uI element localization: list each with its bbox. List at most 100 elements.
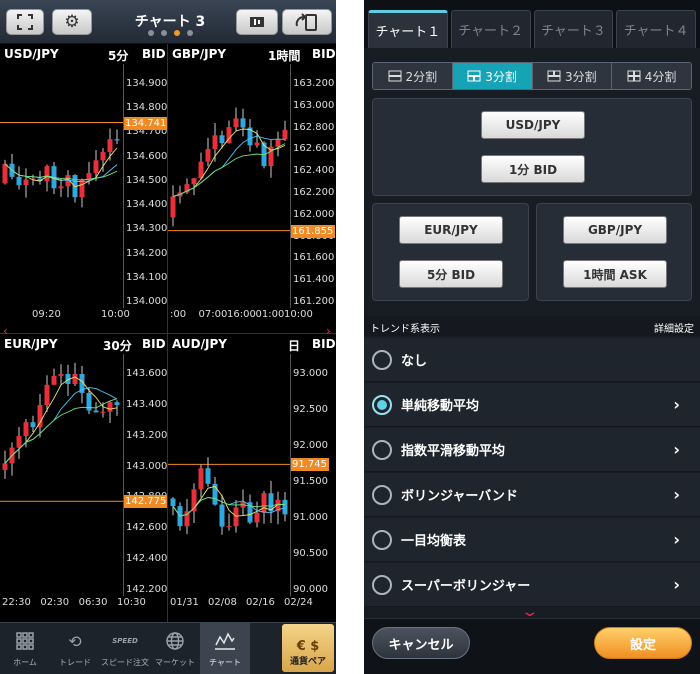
price-axis-line <box>290 354 291 596</box>
current-price-badge: 142.775 <box>123 495 167 509</box>
footer-bar: キャンセル 設定 <box>364 618 700 674</box>
price-tick-label: 162.200 <box>293 187 335 198</box>
confirm-settings-button[interactable]: 設定 <box>594 627 692 659</box>
period-label: 30分 <box>103 339 132 353</box>
radio-unselected[interactable] <box>372 529 392 550</box>
page-dot <box>147 30 154 36</box>
chart-panel-audjpy[interactable]: AUD/JPY 日 BID 93.000 92.500 92.000 91.500 91.0… <box>168 334 336 622</box>
time-tick-label: 02/24 <box>284 597 313 608</box>
chart-panel-eurjpy[interactable]: EUR/JPY 30分 BID 143.600 143.400 143.200 143.0… <box>0 334 167 622</box>
detail-settings-link[interactable]: 詳細設定 <box>654 320 694 335</box>
chevron-right-icon[interactable]: › <box>673 395 680 414</box>
settings-button[interactable]: ⚙ <box>52 9 92 35</box>
chevron-right-icon[interactable]: › <box>673 440 680 459</box>
chevron-right-icon[interactable]: › <box>673 485 680 504</box>
candle-body <box>233 507 239 527</box>
nav-speed-order[interactable]: SPEED スピード注文 <box>100 623 150 674</box>
trend-option-row[interactable]: なし <box>364 338 700 382</box>
time-tick-label: 09:20 <box>32 309 61 320</box>
trend-option-row[interactable]: 一目均衡表 › <box>364 518 700 562</box>
price-tick-label: 143.600 <box>126 368 167 379</box>
candle-body <box>23 179 29 186</box>
price-tick-label: 91.000 <box>293 512 328 523</box>
rotate-device-icon <box>295 13 317 31</box>
slot2-period-button[interactable]: 5分 BID <box>399 260 503 288</box>
price-tick-label: 143.000 <box>126 460 167 472</box>
nav-label: トレード <box>59 658 91 667</box>
candle-body <box>205 149 211 162</box>
price-tick-label: 134.400 <box>126 199 167 211</box>
chart-toolbar: ⚙ チャート 3 <box>0 0 336 44</box>
current-price-badge: 134.741 <box>123 116 167 130</box>
page-dot <box>186 30 193 36</box>
price-tick-label: 162.800 <box>293 121 335 133</box>
time-tick-label: 10:00 <box>101 309 130 320</box>
price-tick-label: 161.600 <box>293 252 335 264</box>
moving-average-line <box>4 163 118 181</box>
radio-unselected[interactable] <box>372 439 392 460</box>
split-4-button[interactable]: 4分割 <box>612 63 691 89</box>
slot1-period-button[interactable]: 1分 BID <box>481 155 585 183</box>
page-dot-active <box>173 30 180 36</box>
nav-trade[interactable]: ⟲ トレード <box>50 623 100 674</box>
fullscreen-button[interactable] <box>6 9 44 35</box>
tab-chart-2[interactable]: チャート２ <box>450 10 531 48</box>
trend-option-label: 指数平滑移動平均 <box>401 444 506 459</box>
split-label: 3分割 <box>565 69 597 84</box>
price-tick-label: 93.000 <box>293 368 328 379</box>
chevron-right-icon[interactable]: › <box>673 530 680 549</box>
time-tick-label: 06:30 <box>78 597 108 608</box>
chevron-right-icon[interactable]: › <box>673 575 680 594</box>
nav-market[interactable]: マーケット <box>150 623 200 674</box>
tab-chart-4[interactable]: チャート４ <box>616 10 696 48</box>
pair-label: USD/JPY <box>4 47 59 61</box>
indicator-button[interactable] <box>236 9 278 35</box>
currency-pair-button[interactable]: € $ 通貨ペア <box>282 624 334 672</box>
next-arrow-icon[interactable]: › <box>326 324 331 338</box>
chart-settings-screen: チャート１ チャート２ チャート３ チャート４ 2分割 3分割 3分割 4分割 … <box>364 0 700 674</box>
currency-pair-label: 通貨ペア <box>289 657 326 667</box>
split-3b-button[interactable]: 3分割 <box>532 63 613 89</box>
chart-panel-gbpjpy[interactable]: GBP/JPY 1時間 BID 163.200 163.000 162.800 162.6… <box>168 44 336 333</box>
slot1-pair-button[interactable]: USD/JPY <box>481 111 585 139</box>
radio-selected[interactable] <box>372 394 392 415</box>
split-2-button[interactable]: 2分割 <box>373 63 453 89</box>
current-price-badge: 91.745 <box>290 458 329 472</box>
candle-body <box>100 411 106 413</box>
candle-body <box>219 504 225 527</box>
radio-unselected[interactable] <box>372 574 392 595</box>
candle-body <box>282 129 288 139</box>
trend-option-row[interactable]: ボリンジャーバンド › <box>364 473 700 517</box>
chart-panel-usdjpy[interactable]: USD/JPY 5分 BID 134.900 134.800 134.700 134.60… <box>0 44 167 333</box>
time-tick-label: 07:00 <box>198 309 228 320</box>
rotate-layout-button[interactable] <box>282 9 332 35</box>
speed-order-icon: SPEED <box>112 637 138 645</box>
moving-average-line <box>4 387 118 464</box>
slot3-pair-button[interactable]: GBP/JPY <box>563 216 667 244</box>
period-label: 日 <box>288 339 301 353</box>
trend-option-row[interactable]: 指数平滑移動平均 › <box>364 428 700 472</box>
candle-body <box>240 118 246 128</box>
nav-chart[interactable]: チャート <box>200 623 250 674</box>
time-tick-label: 01/31 <box>170 597 199 608</box>
trend-option-row[interactable]: 単純移動平均 › <box>364 383 700 427</box>
split-3a-button[interactable]: 3分割 <box>452 63 533 89</box>
slot3-period-button[interactable]: 1時間 ASK <box>563 260 667 288</box>
slot2-pair-button[interactable]: EUR/JPY <box>399 216 503 244</box>
moving-average-line <box>172 497 286 517</box>
radio-unselected[interactable] <box>372 349 392 370</box>
time-tick-label: 22:30 <box>2 597 31 608</box>
time-tick-label: 02:30 <box>40 597 70 608</box>
tab-chart-1[interactable]: チャート１ <box>368 10 448 48</box>
price-tick-label: 90.500 <box>293 548 328 559</box>
tab-chart-3[interactable]: チャート３ <box>533 10 614 48</box>
trend-option-row[interactable]: スーパーボリンジャー › <box>364 563 700 607</box>
trend-option-label: 単純移動平均 <box>401 399 480 414</box>
candlestick-chart <box>0 362 123 502</box>
nav-home[interactable]: ホーム <box>0 623 50 674</box>
cancel-button[interactable]: キャンセル <box>372 627 470 659</box>
candle-body <box>44 384 50 406</box>
prev-arrow-icon[interactable]: ‹ <box>3 324 8 338</box>
split-3-bottom-icon <box>547 70 561 82</box>
radio-unselected[interactable] <box>372 484 392 505</box>
